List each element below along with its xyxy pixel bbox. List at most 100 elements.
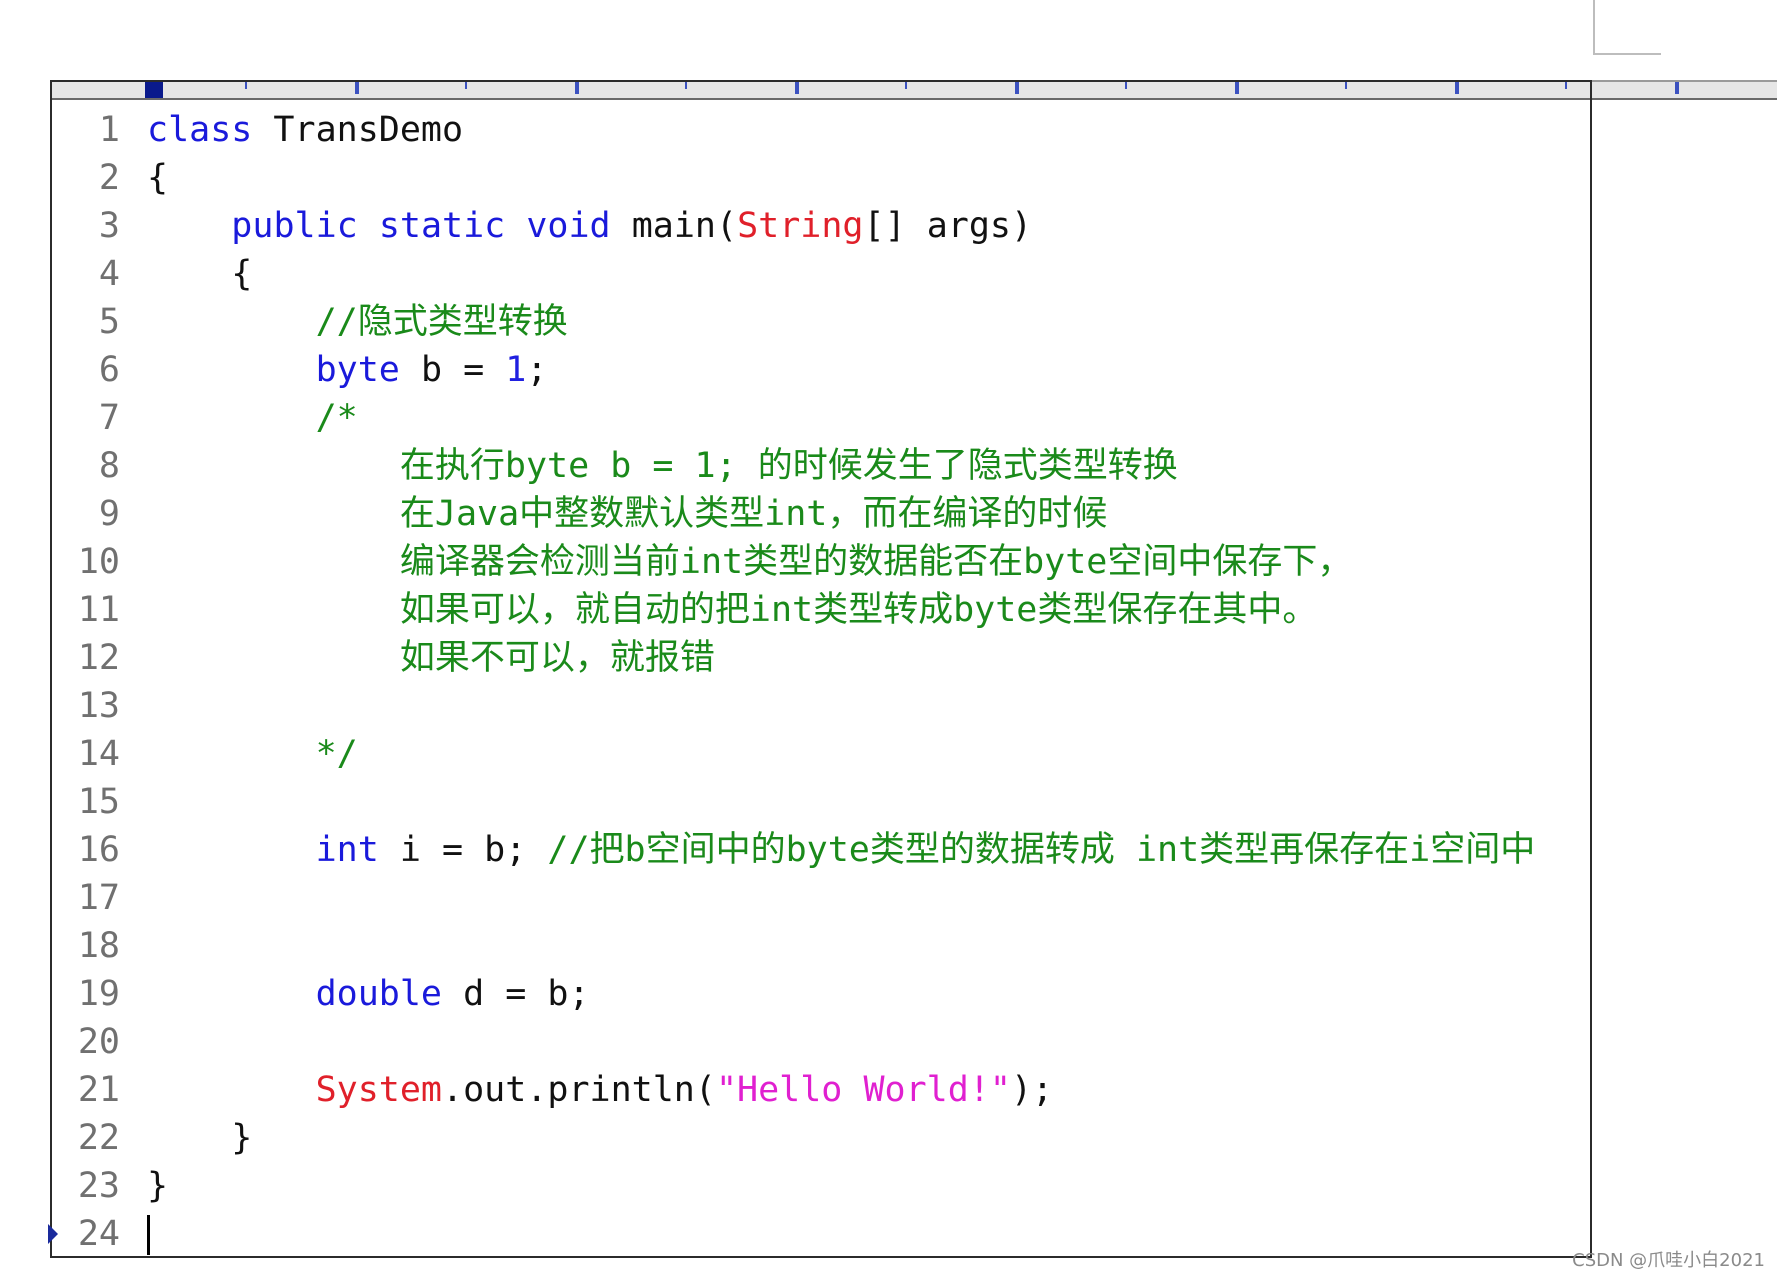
ruler-tick	[1675, 82, 1679, 94]
code-token: ;	[526, 350, 548, 390]
code-number: 1	[505, 350, 527, 390]
code-line[interactable]: 5 //隐式类型转换	[52, 298, 1777, 346]
line-number: 3	[98, 206, 120, 246]
code-line[interactable]: 8 在执行byte b = 1; 的时候发生了隐式类型转换	[52, 442, 1777, 490]
code-token: TransDemo	[252, 110, 464, 150]
code-line[interactable]: 14 */	[52, 730, 1777, 778]
code-line[interactable]: 4 {	[52, 250, 1777, 298]
line-number: 2	[98, 158, 120, 198]
page-corner-mark	[1593, 0, 1661, 55]
line-number: 15	[77, 782, 120, 822]
line-number: 20	[77, 1022, 120, 1062]
code-text: }	[147, 1114, 252, 1162]
code-text: //隐式类型转换	[147, 298, 568, 346]
code-line[interactable]: 23}	[52, 1162, 1777, 1210]
code-comment: 在执行byte b = 1; 的时候发生了隐式类型转换	[399, 446, 1178, 486]
code-token: .out.println(	[442, 1070, 716, 1110]
code-text: 如果可以，就自动的把int类型转成byte类型保存在其中。	[147, 586, 1318, 634]
code-text	[147, 1210, 150, 1258]
line-number: 1	[98, 110, 120, 150]
code-keyword: void	[526, 206, 611, 246]
code-token: }	[147, 1118, 253, 1158]
code-class: System	[315, 1070, 443, 1110]
code-line[interactable]: 18	[52, 922, 1777, 970]
code-line[interactable]: 21 System.out.println("Hello World!");	[52, 1066, 1777, 1114]
code-line[interactable]: 2{	[52, 154, 1777, 202]
line-number: 6	[98, 350, 120, 390]
code-line[interactable]: 3 public static void main(String[] args)	[52, 202, 1777, 250]
code-token: main(	[610, 206, 738, 246]
code-line[interactable]: 12 如果不可以，就报错	[52, 634, 1777, 682]
code-text: double d = b;	[147, 970, 590, 1018]
line-number: 5	[98, 302, 120, 342]
code-text: byte b = 1;	[147, 346, 548, 394]
code-line[interactable]: 22 }	[52, 1114, 1777, 1162]
code-comment: 编译器会检测当前int类型的数据能否在byte空间中保存下，	[399, 542, 1353, 582]
code-line[interactable]: 10 编译器会检测当前int类型的数据能否在byte空间中保存下，	[52, 538, 1777, 586]
code-keyword: double	[315, 974, 443, 1014]
text-caret	[147, 1215, 150, 1255]
code-line[interactable]: 9 在Java中整数默认类型int，而在编译的时候	[52, 490, 1777, 538]
watermark: CSDN @爪哇小白2021	[1572, 1250, 1765, 1271]
code-text: }	[147, 1162, 168, 1210]
code-text: int i = b; //把b空间中的byte类型的数据转成 int类型再保存在…	[147, 826, 1536, 874]
line-number: 7	[98, 398, 120, 438]
code-keyword: class	[147, 110, 253, 150]
code-line[interactable]: 17	[52, 874, 1777, 922]
code-comment: //把b空间中的byte类型的数据转成 int类型再保存在i空间中	[547, 830, 1536, 870]
line-number: 9	[98, 494, 120, 534]
code-text: 编译器会检测当前int类型的数据能否在byte空间中保存下，	[147, 538, 1353, 586]
line-number: 13	[77, 686, 120, 726]
code-text: {	[147, 250, 252, 298]
line-number: 23	[77, 1166, 120, 1206]
code-line[interactable]: 16 int i = b; //把b空间中的byte类型的数据转成 int类型再…	[52, 826, 1777, 874]
code-line[interactable]: 1 class TransDemo	[52, 106, 1777, 154]
code-token: [] args)	[863, 206, 1033, 246]
code-line[interactable]: 11 如果可以，就自动的把int类型转成byte类型保存在其中。	[52, 586, 1777, 634]
code-comment: 如果不可以，就报错	[399, 638, 715, 678]
code-comment: /*	[315, 398, 358, 438]
line-number: 17	[77, 878, 120, 918]
code-line[interactable]: 15	[52, 778, 1777, 826]
code-keyword: int	[315, 830, 379, 870]
code-text: 在Java中整数默认类型int，而在编译的时候	[147, 490, 1108, 538]
code-line[interactable]: 19 double d = b;	[52, 970, 1777, 1018]
code-class: String	[737, 206, 864, 246]
code-token: {	[147, 158, 169, 198]
code-editor[interactable]: 1 class TransDemo 2{3 public static void m…	[48, 106, 1777, 1258]
line-number: 10	[77, 542, 120, 582]
code-token: {	[147, 254, 253, 294]
code-token: d = b;	[442, 974, 590, 1014]
line-number: 21	[77, 1070, 120, 1110]
code-token: }	[147, 1166, 169, 1206]
code-text: */	[147, 730, 358, 778]
code-comment: 如果可以，就自动的把int类型转成byte类型保存在其中。	[399, 590, 1318, 630]
code-string: "Hello World!"	[715, 1070, 1011, 1110]
line-number: 18	[77, 926, 120, 966]
code-line[interactable]: 20	[52, 1018, 1777, 1066]
code-line[interactable]: 24	[48, 1210, 1777, 1258]
line-number: 19	[77, 974, 120, 1014]
line-number: 8	[98, 446, 120, 486]
code-token: i = b;	[378, 830, 548, 870]
code-text: 在执行byte b = 1; 的时候发生了隐式类型转换	[147, 442, 1178, 490]
code-line[interactable]: 13	[52, 682, 1777, 730]
code-line[interactable]: 7 /*	[52, 394, 1777, 442]
code-keyword: byte	[315, 350, 400, 390]
line-number: 22	[77, 1118, 120, 1158]
line-number: 16	[77, 830, 120, 870]
line-number: 14	[77, 734, 120, 774]
code-token: );	[1010, 1070, 1054, 1110]
code-text: public static void main(String[] args)	[147, 202, 1032, 250]
code-line[interactable]: 6 byte b = 1;	[52, 346, 1777, 394]
